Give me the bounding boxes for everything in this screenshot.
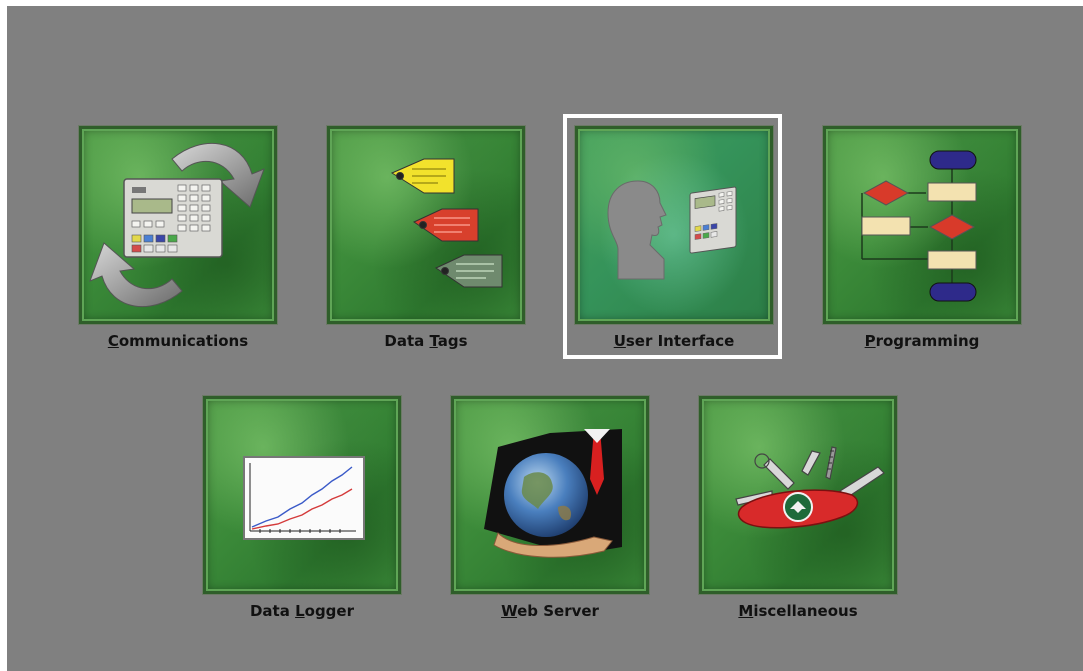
price-tags-icon [390,158,503,288]
data-logger-tile[interactable] [202,395,402,595]
miscellaneous-tile[interactable] [698,395,898,595]
data-tags-label[interactable]: Data Tags [296,332,556,350]
miscellaneous-label[interactable]: Miscellaneous [668,602,928,620]
programming-tile[interactable] [822,125,1022,325]
person-silhouette-device-icon [607,180,737,280]
user-interface-label[interactable]: User Interface [544,332,804,350]
launcher-panel: Communications Data Tags User Interface … [7,6,1083,671]
sync-arrows-device-icon [89,143,265,307]
data-tags-tile[interactable] [326,125,526,325]
communications-tile[interactable] [78,125,278,325]
flowchart-icon [861,150,977,302]
communications-label[interactable]: Communications [48,332,308,350]
web-server-label[interactable]: Web Server [420,602,680,620]
line-graph-icon [243,456,365,540]
globe-in-hands-icon [484,429,622,558]
programming-label[interactable]: Programming [792,332,1052,350]
user-interface-tile[interactable] [574,125,774,325]
web-server-tile[interactable] [450,395,650,595]
swiss-army-knife-icon [735,446,885,529]
data-logger-label[interactable]: Data Logger [172,602,432,620]
